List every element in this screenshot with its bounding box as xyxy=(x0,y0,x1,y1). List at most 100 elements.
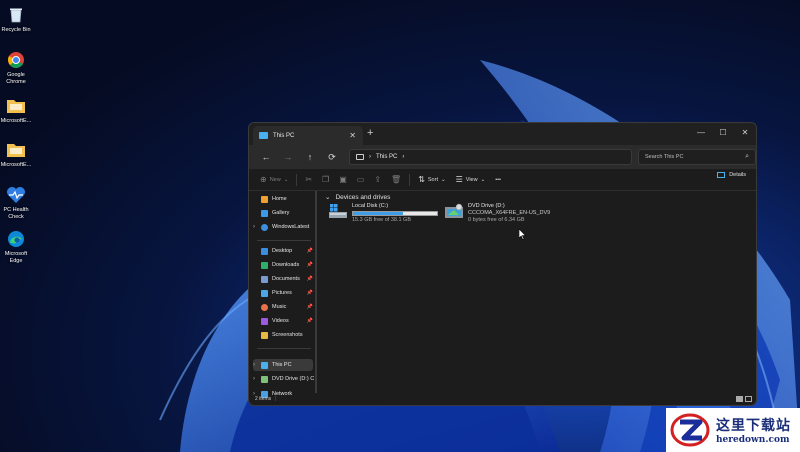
watermark: 这里下载站 heredown.com xyxy=(666,408,800,452)
sidebar-item-documents[interactable]: Documents 📌 xyxy=(253,273,313,285)
document-icon xyxy=(261,275,268,283)
download-icon xyxy=(261,261,268,269)
details-pane-icon xyxy=(717,172,726,178)
desktop-icon-recycle-bin[interactable]: Recycle Bin xyxy=(0,5,32,34)
paste-icon: ▣ xyxy=(339,175,347,184)
search-input[interactable]: Search This PC ⌕ xyxy=(638,149,756,165)
sidebar-item-desktop[interactable]: Desktop 📌 xyxy=(253,245,313,257)
desktop-icon-label: MicrosoftE... xyxy=(0,162,32,168)
sidebar-label: Screenshots xyxy=(272,332,303,338)
sidebar-label: Music xyxy=(272,304,287,310)
breadcrumb-this-pc[interactable]: This PC xyxy=(376,154,397,160)
chevron-right-icon[interactable]: › xyxy=(253,376,255,382)
watermark-logo xyxy=(670,412,710,448)
drive-free-space: 15.3 GB free of 38.1 GB xyxy=(352,217,412,223)
desktop-icon-label: Microsoft Edge xyxy=(4,251,28,264)
command-bar: ⊕ New ⌄ ✂ ❐ ▣ ▭ ⇪ 🗑 ⇅ Sort ⌄ ☰ View ⌄ ••… xyxy=(249,169,756,191)
delete-button[interactable]: 🗑 xyxy=(386,172,406,188)
chevron-down-icon: ⌄ xyxy=(440,176,446,183)
drive-name: DVD Drive (D:) xyxy=(468,203,505,209)
forward-button[interactable]: → xyxy=(277,148,299,166)
chevron-right-icon: › xyxy=(369,154,371,160)
sidebar-item-music[interactable]: Music 📌 xyxy=(253,301,313,313)
folder-icon xyxy=(6,96,26,116)
tab-this-pc[interactable]: This PC ✕ xyxy=(253,126,363,145)
folder-icon xyxy=(261,331,268,339)
sort-icon: ⇅ xyxy=(418,175,425,184)
section-title: Devices and drives xyxy=(335,193,391,201)
sidebar-item-gallery[interactable]: Gallery xyxy=(253,207,313,219)
refresh-button[interactable]: ⟳ xyxy=(321,148,343,166)
pin-icon: 📌 xyxy=(306,318,313,324)
new-label: New xyxy=(269,176,281,183)
sidebar-label: Home xyxy=(272,196,287,202)
section-header[interactable]: ⌄ Devices and drives xyxy=(325,193,391,202)
drive-name: Local Disk (C:) xyxy=(352,203,389,209)
desktop-icon-label: Recycle Bin xyxy=(1,27,31,33)
new-button[interactable]: ⊕ New ⌄ xyxy=(255,172,293,188)
desktop-icon-folder-2[interactable]: MicrosoftE... xyxy=(0,140,32,169)
details-view-icon[interactable] xyxy=(736,396,743,402)
tiles-view-icon[interactable] xyxy=(745,396,752,402)
copy-button[interactable]: ❐ xyxy=(317,172,334,188)
view-button[interactable]: ☰ View ⌄ xyxy=(451,172,491,188)
pin-icon: 📌 xyxy=(306,290,313,296)
cut-button[interactable]: ✂ xyxy=(300,172,317,188)
paste-button[interactable]: ▣ xyxy=(334,172,352,188)
video-icon xyxy=(261,317,268,325)
close-tab-icon[interactable]: ✕ xyxy=(349,131,356,140)
sidebar-scrollbar[interactable] xyxy=(315,191,317,393)
sidebar-label: Videos xyxy=(272,318,289,324)
up-button[interactable]: ↑ xyxy=(299,148,321,166)
desktop-icon-pc-health[interactable]: PC Health Check xyxy=(0,185,32,221)
sidebar-item-downloads[interactable]: Downloads 📌 xyxy=(253,259,313,271)
drive-dvd[interactable]: DVD Drive (D:) CCCOMA_X64FRE_EN-US_DV9 0… xyxy=(445,203,550,224)
file-explorer-window[interactable]: This PC ✕ + — ☐ ✕ ← → ↑ ⟳ › This PC › Se… xyxy=(248,122,757,406)
desktop-icon-edge[interactable]: Microsoft Edge xyxy=(0,229,32,265)
search-placeholder: Search This PC xyxy=(645,154,684,160)
sidebar-item-this-pc[interactable]: › This PC xyxy=(253,359,313,371)
watermark-url: heredown.com xyxy=(716,435,790,445)
pin-icon: 📌 xyxy=(306,262,313,268)
desktop-icon-folder-1[interactable]: MicrosoftE... xyxy=(0,96,32,125)
address-bar[interactable]: › This PC › xyxy=(349,149,632,165)
sidebar-item-videos[interactable]: Videos 📌 xyxy=(253,315,313,327)
sidebar-item-screenshots[interactable]: Screenshots xyxy=(253,329,313,341)
item-count: 2 items xyxy=(255,396,272,402)
share-button[interactable]: ⇪ xyxy=(369,172,386,188)
sidebar-label: Gallery xyxy=(272,210,290,216)
pc-icon xyxy=(261,361,268,369)
scissors-icon: ✂ xyxy=(305,175,313,184)
sidebar-item-dvd-drive[interactable]: › DVD Drive (D:) C xyxy=(253,373,314,385)
chevron-right-icon[interactable]: › xyxy=(253,362,255,368)
sidebar-item-pictures[interactable]: Pictures 📌 xyxy=(253,287,313,299)
sidebar-item-home[interactable]: Home xyxy=(253,193,313,205)
sort-button[interactable]: ⇅ Sort ⌄ xyxy=(413,172,450,188)
sidebar-label: Documents xyxy=(272,276,300,282)
desktop-icon-label: PC Health Check xyxy=(3,207,29,220)
minimize-button[interactable]: — xyxy=(690,123,712,141)
close-button[interactable]: ✕ xyxy=(734,123,756,141)
details-label: Details xyxy=(729,172,746,178)
back-button[interactable]: ← xyxy=(255,148,277,166)
drive-local-disk[interactable]: Local Disk (C:) 15.3 GB free of 38.1 GB xyxy=(329,203,438,224)
chevron-right-icon[interactable]: › xyxy=(402,154,404,160)
dvd-drive-icon xyxy=(445,203,463,219)
cloud-user-icon xyxy=(261,223,268,231)
details-button[interactable]: Details xyxy=(717,172,746,178)
more-options-button[interactable]: ••• xyxy=(490,172,506,188)
title-bar[interactable]: This PC ✕ + — ☐ ✕ xyxy=(249,123,756,145)
drive-volume-label: CCCOMA_X64FRE_EN-US_DV9 xyxy=(468,210,551,216)
chevron-down-icon: ⌄ xyxy=(283,176,289,183)
chevron-right-icon[interactable]: › xyxy=(253,224,255,230)
rename-button[interactable]: ▭ xyxy=(352,172,370,188)
view-label: View xyxy=(465,176,478,183)
drive-free-space: 0 bytes free of 6.34 GB xyxy=(468,217,525,223)
maximize-button[interactable]: ☐ xyxy=(712,123,734,141)
desktop-icon-chrome[interactable]: Google Chrome xyxy=(0,50,32,86)
pc-icon xyxy=(259,132,268,139)
content-pane[interactable]: ⌄ Devices and drives Local Disk (C:) 15.… xyxy=(319,191,756,393)
sidebar-item-user[interactable]: › WindowsLatest xyxy=(253,221,313,233)
new-tab-button[interactable]: + xyxy=(367,127,373,139)
mouse-cursor-icon xyxy=(519,229,527,240)
